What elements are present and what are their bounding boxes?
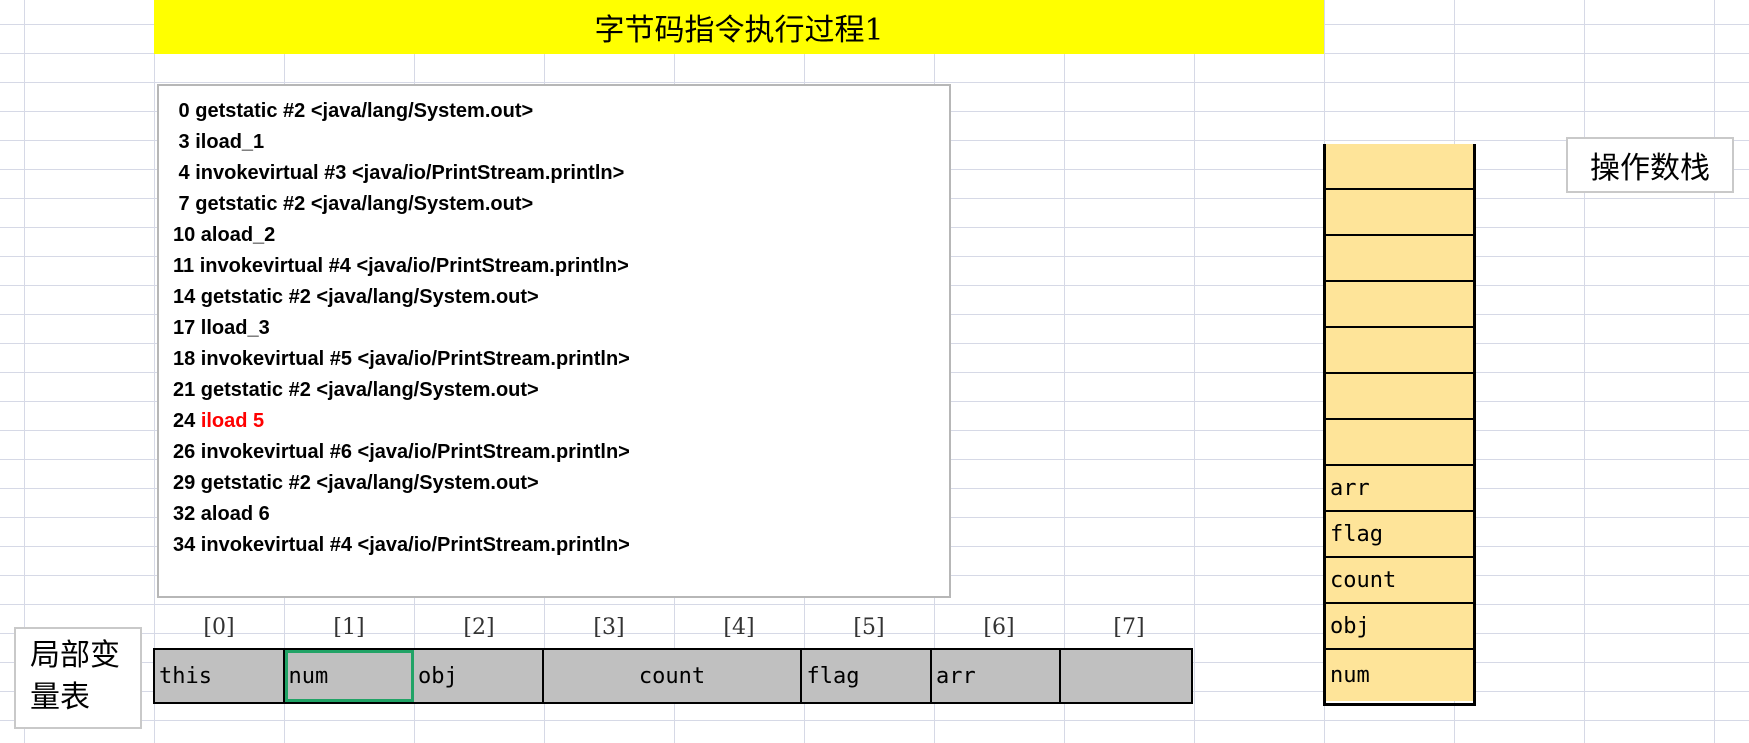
bytecode-line: 21 getstatic #2 <java/lang/System.out> bbox=[173, 379, 539, 401]
lvt-slot-index: [5] bbox=[853, 614, 885, 640]
bytecode-line: 24 iload 5 bbox=[173, 406, 949, 437]
lvt-slot-index: [0] bbox=[203, 614, 235, 640]
bytecode-line: 34 invokevirtual #4 <java/io/PrintStream… bbox=[173, 534, 630, 556]
bytecode-line: 0 getstatic #2 <java/lang/System.out> bbox=[173, 100, 534, 122]
operand-stack: arr flag count obj num bbox=[1323, 144, 1476, 706]
lvt-cell[interactable]: flag bbox=[802, 650, 932, 702]
lvt-cell[interactable]: arr bbox=[931, 650, 1062, 702]
bytecode-line: 26 invokevirtual #6 <java/io/PrintStream… bbox=[173, 441, 630, 463]
operand-stack-cell[interactable]: flag bbox=[1326, 512, 1473, 558]
bytecode-line: 3 iload_1 bbox=[173, 131, 265, 153]
operand-stack-cell[interactable] bbox=[1326, 282, 1473, 328]
lvt-cell[interactable]: this bbox=[155, 650, 285, 702]
operand-stack-cell[interactable]: num bbox=[1326, 650, 1473, 701]
bytecode-line: 11 invokevirtual #4 <java/io/PrintStream… bbox=[173, 255, 629, 277]
lvt-slot-index: [7] bbox=[1113, 614, 1145, 640]
local-variable-table-label: 局部变 量表 bbox=[14, 627, 142, 729]
operand-stack-cell[interactable] bbox=[1326, 236, 1473, 282]
bytecode-line: 18 invokevirtual #5 <java/io/PrintStream… bbox=[173, 348, 630, 370]
operand-stack-cell[interactable] bbox=[1326, 420, 1473, 466]
bytecode-line: 4 invokevirtual #3 <java/io/PrintStream.… bbox=[173, 162, 625, 184]
lvt-slot-index: [3] bbox=[593, 614, 625, 640]
bytecode-line: 7 getstatic #2 <java/lang/System.out> bbox=[173, 193, 534, 215]
bytecode-line: 17 lload_3 bbox=[173, 317, 270, 339]
lvt-slot-index: [4] bbox=[723, 614, 755, 640]
local-variable-table: this num obj count flag arr bbox=[153, 648, 1193, 704]
lvt-slot-index: [2] bbox=[463, 614, 495, 640]
lvt-cell[interactable] bbox=[1061, 650, 1191, 702]
operand-stack-cell[interactable] bbox=[1326, 328, 1473, 374]
lvt-slot-index: [6] bbox=[983, 614, 1015, 640]
lvt-label-line1: 局部变 bbox=[30, 638, 120, 673]
current-instruction: iload 5 bbox=[200, 410, 265, 432]
bytecode-line: 32 aload 6 bbox=[173, 503, 270, 525]
bytecode-listing: 0 getstatic #2 <java/lang/System.out> 3 … bbox=[157, 84, 951, 598]
lvt-label-line2: 量表 bbox=[30, 680, 90, 715]
operand-stack-cell[interactable] bbox=[1326, 190, 1473, 236]
operand-stack-label-text: 操作数栈 bbox=[1590, 151, 1710, 186]
operand-stack-cell[interactable]: arr bbox=[1326, 466, 1473, 512]
bytecode-line: 10 aload_2 bbox=[173, 224, 276, 246]
operand-stack-cell[interactable] bbox=[1326, 144, 1473, 190]
lvt-slot-index: [1] bbox=[333, 614, 365, 640]
lvt-cell[interactable]: count bbox=[543, 650, 803, 702]
lvt-cell[interactable]: num bbox=[284, 650, 414, 702]
bytecode-offset: 24 bbox=[173, 410, 201, 432]
operand-stack-cell[interactable]: count bbox=[1326, 558, 1473, 604]
operand-stack-cell[interactable] bbox=[1326, 374, 1473, 420]
page-title: 字节码指令执行过程1 bbox=[594, 13, 884, 48]
lvt-cell[interactable]: obj bbox=[414, 650, 544, 702]
bytecode-line: 29 getstatic #2 <java/lang/System.out> bbox=[173, 472, 539, 494]
bytecode-line: 14 getstatic #2 <java/lang/System.out> bbox=[173, 286, 539, 308]
operand-stack-label: 操作数栈 bbox=[1566, 137, 1734, 193]
operand-stack-cell[interactable]: obj bbox=[1326, 604, 1473, 650]
title-banner: 字节码指令执行过程1 bbox=[154, 0, 1324, 54]
